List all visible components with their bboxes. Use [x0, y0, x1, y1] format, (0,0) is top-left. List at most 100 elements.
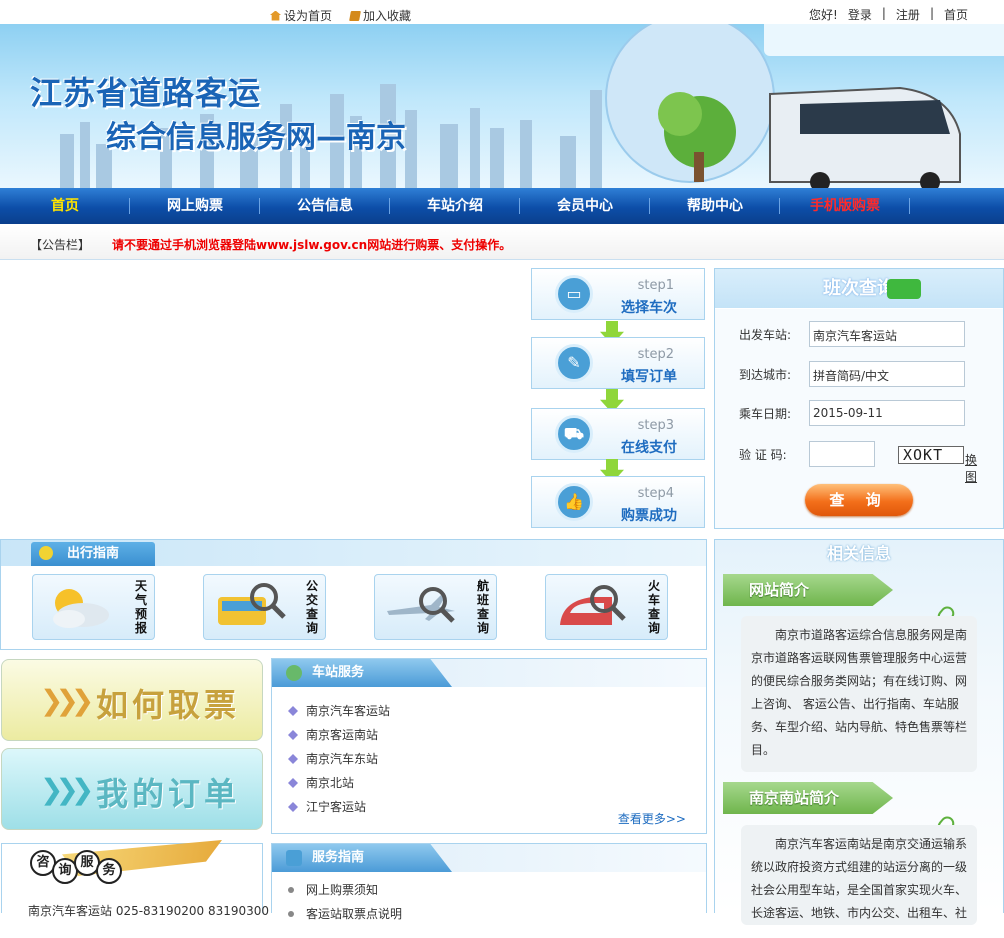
site-banner: 江苏省道路客运 综合信息服务网—南京	[0, 24, 1004, 188]
my-orders-label: 我的订单	[96, 775, 241, 813]
consult-phone-info: 南京汽车客运站 025-83190200 83190300	[28, 904, 270, 918]
consult-char: 务	[96, 858, 122, 884]
step-name: 选择车次	[621, 300, 677, 316]
service-guide-title: 服务指南	[312, 850, 365, 865]
notice-text[interactable]: 请不要通过手机浏览器登陆www.jslw.gov.cn网站进行购票、支付操作。	[112, 236, 511, 253]
train-search-icon	[560, 585, 626, 625]
bus-query-label: 公交查询	[305, 579, 318, 635]
depart-station-input[interactable]: 南京汽车客运站	[809, 321, 965, 347]
arrive-city-row: 到达城市: 拼音简码/中文	[739, 361, 979, 387]
depart-station-row: 出发车站: 南京汽车客运站	[739, 321, 979, 347]
notice-label: 【公告栏】	[30, 238, 91, 252]
notice-bar: 【公告栏】 请不要通过手机浏览器登陆www.jslw.gov.cn网站进行购票、…	[0, 226, 1004, 260]
step-number: step3	[637, 418, 674, 433]
home-icon	[270, 10, 281, 21]
greeting: 您好!	[809, 8, 838, 22]
station-link[interactable]: 南京北站	[286, 771, 692, 795]
add-favorite-label[interactable]: 加入收藏	[363, 7, 411, 24]
thumbs-up-icon: 👍	[555, 483, 593, 521]
set-home-label[interactable]: 设为首页	[284, 7, 332, 24]
banner-corner-panel	[764, 24, 1004, 56]
service-guide-link[interactable]: 客运站取票点说明	[286, 902, 692, 926]
related-info-title: 相关信息	[826, 544, 891, 563]
travel-guide-header: 出行指南	[1, 540, 706, 566]
site-intro-tab: 网站简介	[723, 574, 893, 606]
nav-item-home[interactable]: 首页	[0, 188, 130, 224]
nav-item-announcements[interactable]: 公告信息	[260, 188, 390, 224]
trip-query-panel: 班次查询 出发车站: 南京汽车客运站 到达城市: 拼音简码/中文 乘车日期: 2…	[714, 268, 1004, 529]
step-online-payment[interactable]: ⛟ step3 在线支付	[531, 408, 705, 460]
chat-bubble-icon	[286, 665, 302, 681]
top-left-links: 设为首页 加入收藏	[270, 7, 411, 24]
login-link[interactable]: 登录	[848, 6, 872, 23]
bus-search-icon	[218, 583, 286, 625]
service-guide-panel: 服务指南 网上购票须知 客运站取票点说明	[271, 843, 707, 921]
bulb-icon	[39, 546, 53, 560]
refresh-captcha-link[interactable]: 换图	[965, 451, 979, 485]
south-station-intro-title: 南京南站简介	[749, 789, 840, 807]
train-query-label: 火车查询	[647, 579, 660, 635]
register-link[interactable]: 注册	[896, 6, 920, 23]
ride-date-label: 乘车日期:	[739, 407, 792, 421]
step-number: step1	[637, 278, 674, 293]
consult-service-panel: 咨 询 服 务 南京汽车客运站 025-83190200 83190300	[1, 840, 269, 918]
step-name: 填写订单	[621, 369, 677, 385]
banner-title-line2: 综合信息服务网—南京	[106, 120, 406, 155]
home-link[interactable]: 首页	[944, 6, 968, 23]
nav-item-help-center[interactable]: 帮助中心	[650, 188, 780, 224]
nav-item-mobile-ticket[interactable]: 手机版购票	[780, 188, 910, 224]
how-to-get-ticket-label: 如何取票	[96, 686, 241, 724]
top-bar: 设为首页 加入收藏 您好! 登录 | 注册 | 首页	[0, 0, 1004, 24]
weather-forecast-label: 天气预报	[134, 579, 147, 635]
service-guide-header: 服务指南	[272, 844, 706, 872]
station-link[interactable]: 南京汽车客运站	[286, 699, 692, 723]
query-header: 班次查询	[715, 269, 1003, 309]
arrive-city-input[interactable]: 拼音简码/中文	[809, 361, 965, 387]
south-station-intro-text: 南京汽车客运南站是南京交通运输系统以政府投资方式组建的站运分离的一级社会公用型车…	[741, 825, 977, 925]
ride-date-input[interactable]: 2015-09-11	[809, 400, 965, 426]
flight-search-icon	[387, 587, 455, 623]
captcha-input[interactable]	[809, 441, 875, 467]
service-guide-list: 网上购票须知 客运站取票点说明	[272, 872, 706, 938]
bus-icon	[887, 279, 921, 299]
travel-guide-tab: 出行指南	[31, 542, 155, 566]
step-select-trip[interactable]: ▭ step1 选择车次	[531, 268, 705, 320]
top-right-links: 您好! 登录 | 注册 | 首页	[809, 6, 968, 23]
my-orders-button[interactable]: ❯❯❯ 我的订单	[1, 748, 263, 830]
train-query-button[interactable]: 火车查询	[545, 574, 668, 640]
service-guide-link[interactable]: 网上购票须知	[286, 878, 692, 902]
related-info-panel: 相关信息 网站简介 南京市道路客运综合信息服务网是南京市道路客运联网售票管理服务…	[714, 539, 1004, 925]
nav-item-member-center[interactable]: 会员中心	[520, 188, 650, 224]
captcha-image[interactable]: XOKT	[898, 446, 964, 464]
main-nav: 首页 网上购票 公告信息 车站介绍 会员中心 帮助中心 手机版购票	[0, 188, 1004, 224]
flight-query-button[interactable]: 航班查询	[374, 574, 497, 640]
how-to-get-ticket-button[interactable]: ❯❯❯ 如何取票	[1, 659, 263, 741]
query-title: 班次查询	[823, 278, 895, 299]
step-name: 购票成功	[621, 508, 677, 524]
step-name: 在线支付	[621, 440, 677, 456]
travel-guide-panel: 出行指南 天气预报 公交查询 航班查询 火车查询	[0, 539, 707, 650]
station-services-title: 车站服务	[312, 665, 365, 680]
edit-icon: ✎	[555, 344, 593, 382]
captcha-row: 验 证 码: XOKT 换图	[739, 441, 979, 484]
book-icon	[286, 850, 302, 866]
set-home-link[interactable]: 设为首页	[270, 7, 332, 24]
related-info-header: 相关信息	[715, 540, 1003, 568]
separator: |	[881, 6, 886, 20]
arrive-city-label: 到达城市:	[739, 368, 792, 382]
add-favorite-link[interactable]: 加入收藏	[349, 7, 411, 24]
view-more-link[interactable]: 查看更多>>	[618, 810, 686, 827]
step-fill-order[interactable]: ✎ step2 填写订单	[531, 337, 705, 389]
service-guide-tab: 服务指南	[272, 844, 452, 872]
weather-forecast-button[interactable]: 天气预报	[32, 574, 155, 640]
nav-item-stations[interactable]: 车站介绍	[390, 188, 520, 224]
depart-station-label: 出发车站:	[739, 328, 792, 342]
station-link[interactable]: 南京客运南站	[286, 723, 692, 747]
station-link[interactable]: 南京汽车东站	[286, 747, 692, 771]
bus-query-button[interactable]: 公交查询	[203, 574, 326, 640]
query-button[interactable]: 查 询	[805, 484, 913, 516]
chevrons-right-icon: ❯❯❯	[40, 773, 94, 806]
south-station-intro-tab: 南京南站简介	[723, 782, 893, 814]
step-purchase-success[interactable]: 👍 step4 购票成功	[531, 476, 705, 528]
nav-item-online-ticket[interactable]: 网上购票	[130, 188, 260, 224]
